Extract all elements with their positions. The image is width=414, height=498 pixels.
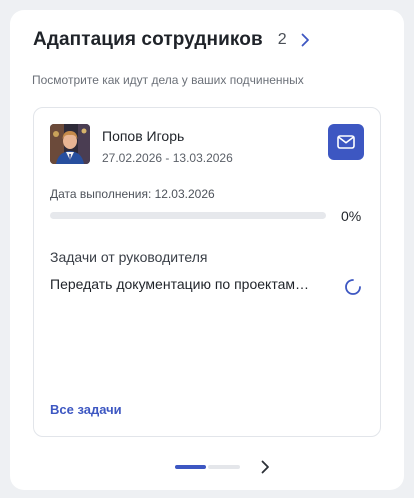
- all-tasks-link[interactable]: Все задачи: [50, 402, 122, 417]
- mail-button[interactable]: [328, 124, 364, 160]
- page-indicator[interactable]: [208, 465, 240, 469]
- widget-title: Адаптация сотрудников: [33, 29, 263, 50]
- employee-count: 2: [277, 31, 287, 48]
- loading-spinner-icon: [345, 279, 361, 295]
- mail-icon: [337, 135, 355, 149]
- employee-card: Попов Игорь 27.02.2026 - 13.03.2026 Дата…: [33, 107, 381, 437]
- progress-bar: [50, 212, 326, 219]
- widget-header: Адаптация сотрудников 2: [33, 28, 313, 52]
- tasks-heading: Задачи от руководителя: [50, 249, 208, 265]
- avatar: [50, 124, 90, 164]
- adaptation-widget: Адаптация сотрудников 2 Посмотрите как и…: [10, 10, 404, 490]
- task-text: Передать документацию по проектам…: [50, 276, 309, 292]
- adaptation-period: 27.02.2026 - 13.03.2026: [102, 151, 233, 165]
- due-date-label: Дата выполнения: 12.03.2026: [50, 187, 215, 201]
- header-chevron-right-icon[interactable]: [299, 31, 313, 49]
- progress-percent: 0%: [341, 208, 362, 224]
- page-indicator-active[interactable]: [175, 465, 206, 469]
- task-item[interactable]: Передать документацию по проектам…: [50, 276, 366, 296]
- next-page-chevron-icon[interactable]: [258, 458, 272, 476]
- employee-name[interactable]: Попов Игорь: [102, 128, 184, 144]
- pagination: [175, 458, 272, 476]
- widget-subtitle: Посмотрите как идут дела у ваших подчине…: [32, 73, 304, 87]
